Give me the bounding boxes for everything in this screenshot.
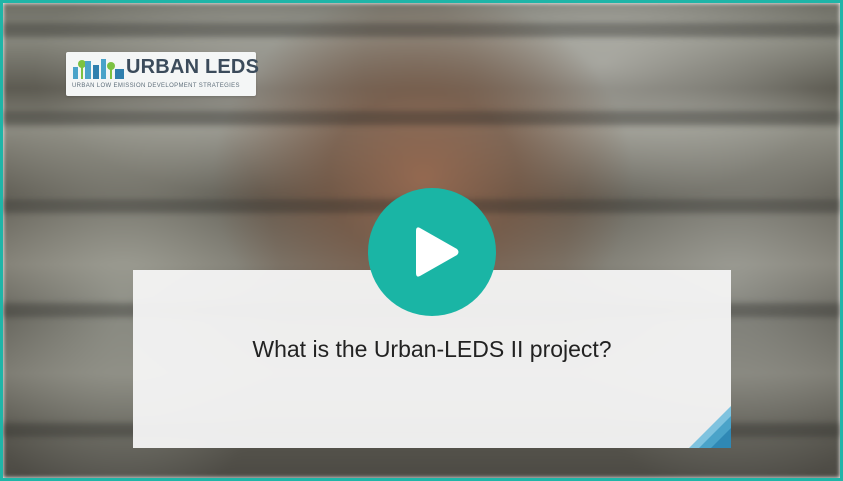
background-shelf <box>3 111 840 125</box>
logo-title: URBAN LEDS <box>126 56 260 78</box>
play-button[interactable] <box>368 188 496 316</box>
video-caption: What is the Urban-LEDS II project? <box>252 336 612 362</box>
play-icon <box>416 227 459 277</box>
urban-leds-logo: URBAN LEDS URBAN LOW EMISSION DEVELOPMEN… <box>66 52 260 96</box>
logo-subtitle: URBAN LOW EMISSION DEVELOPMENT STRATEGIE… <box>72 83 240 89</box>
background-shelf <box>3 23 840 37</box>
video-player[interactable]: URBAN LEDS URBAN LOW EMISSION DEVELOPMEN… <box>0 0 843 481</box>
corner-accent <box>689 406 731 448</box>
city-skyline-icon <box>73 59 124 79</box>
